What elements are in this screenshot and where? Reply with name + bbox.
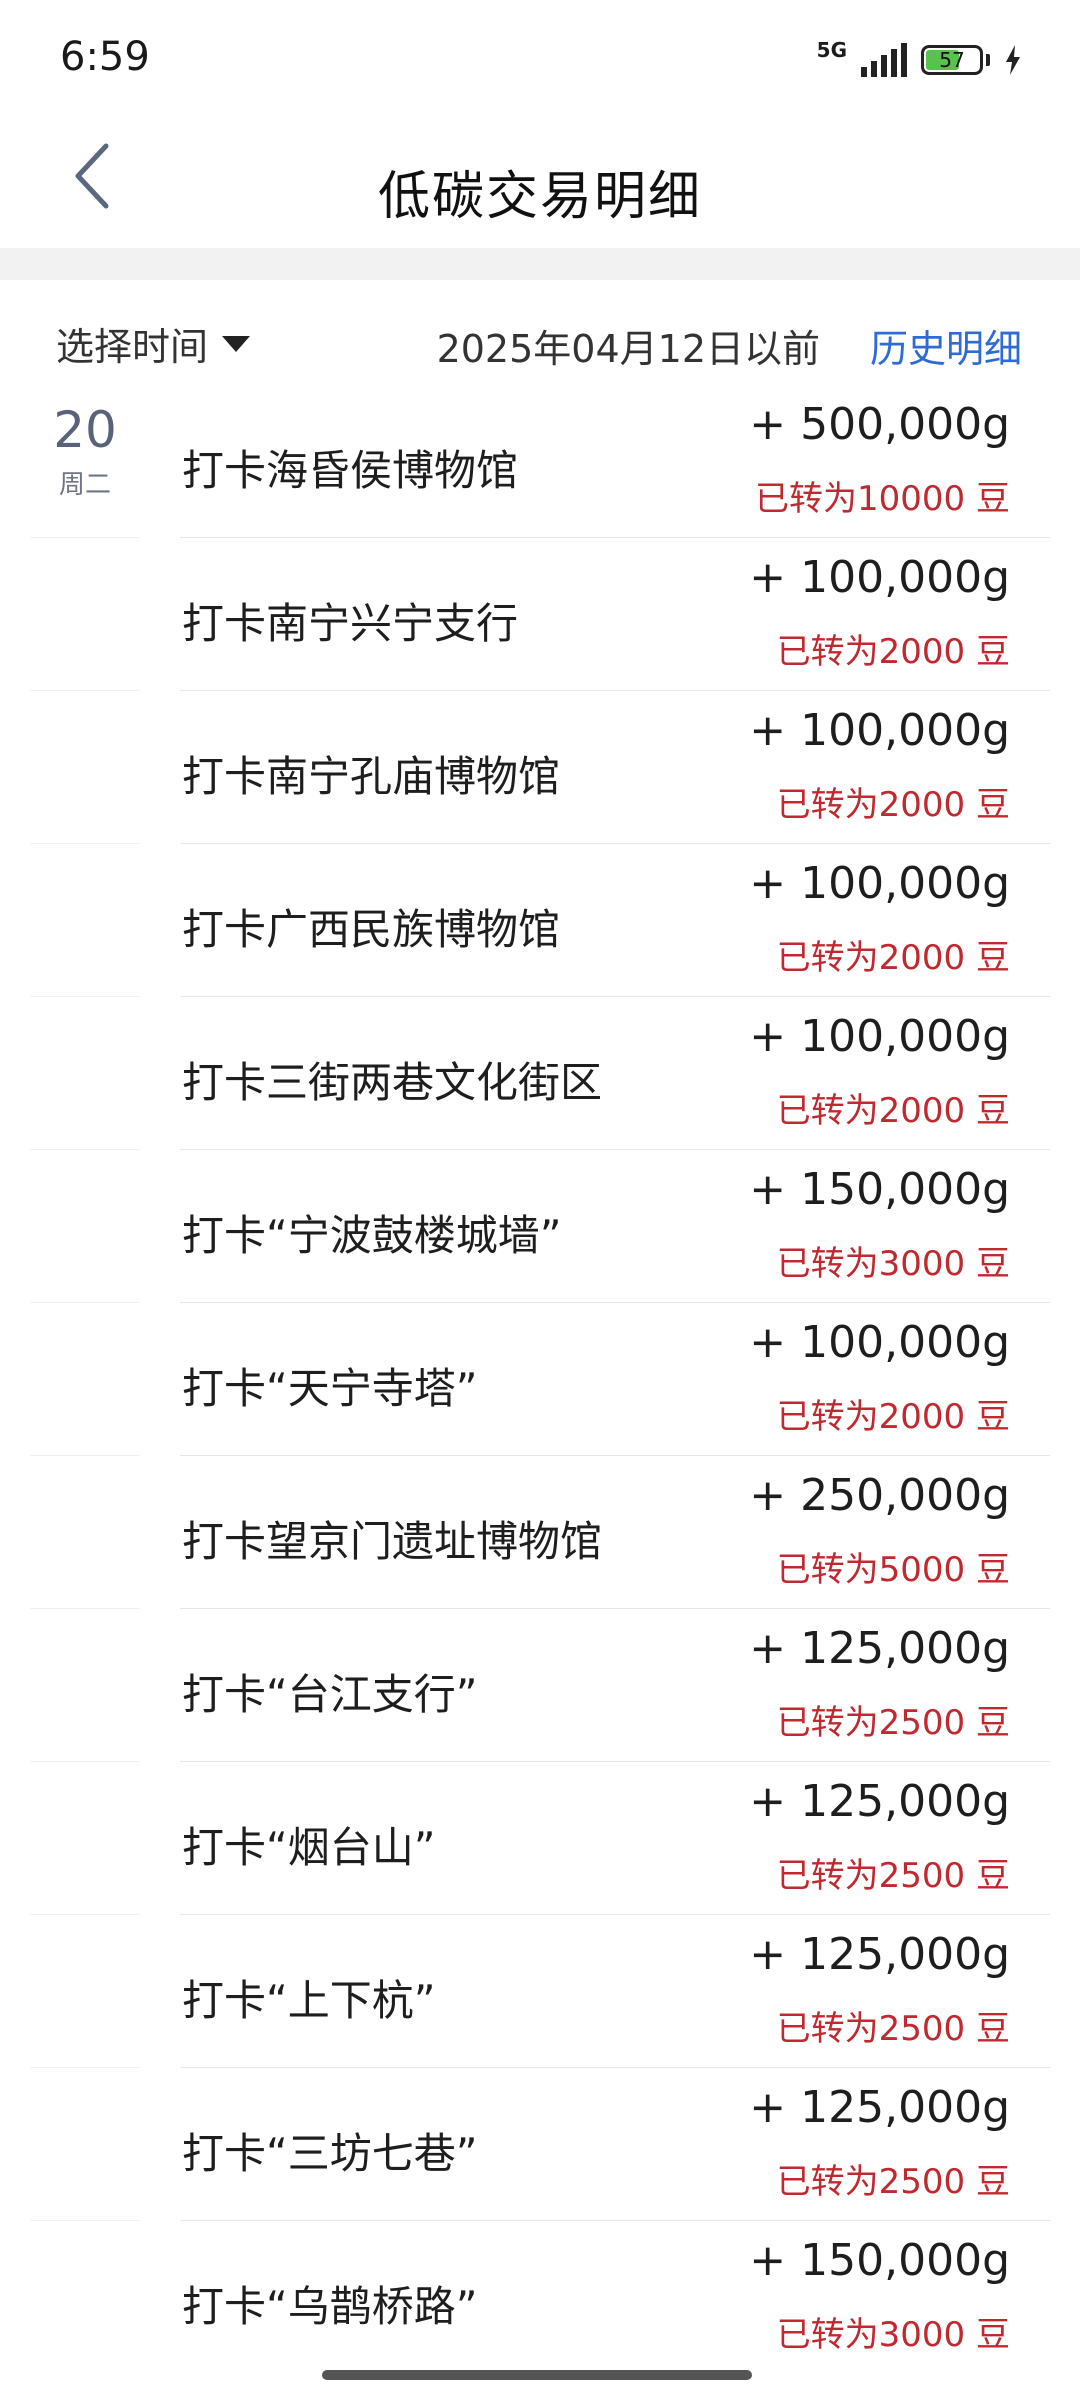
network-type: 5G [816,38,847,62]
transaction-amount: + 125,000g [749,1623,1010,1674]
transaction-converted-note: 已转为3000 豆 [776,2315,1010,2355]
status-bar: 6:59 5G 57 [0,0,1080,120]
transaction-row[interactable]: 打卡“宁波鼓楼城墙” + 150,000g 已转为3000 豆 [0,1150,1080,1303]
battery-tip [986,54,990,66]
status-indicators: 5G 57 [817,40,1022,80]
signal-bars-icon [861,43,907,77]
transaction-title: 打卡“乌鹊桥路” [182,2282,478,2331]
battery-icon: 57 [921,45,983,75]
caret-down-icon [222,335,251,352]
transaction-title: 打卡望京门遗址博物馆 [182,1517,603,1566]
transaction-title: 打卡“上下杭” [182,1976,436,2025]
transaction-row[interactable]: 打卡南宁孔庙博物馆 + 100,000g 已转为2000 豆 [0,691,1080,844]
home-indicator[interactable] [322,2370,752,2380]
transaction-converted-note: 已转为5000 豆 [776,1550,1010,1590]
transaction-row[interactable]: 打卡“乌鹊桥路” + 150,000g 已转为3000 豆 [0,2221,1080,2374]
transaction-row[interactable]: 打卡“上下杭” + 125,000g 已转为2500 豆 [0,1915,1080,2068]
transaction-title: 打卡“宁波鼓楼城墙” [182,1211,562,1260]
transaction-row[interactable]: 打卡“三坊七巷” + 125,000g 已转为2500 豆 [0,2068,1080,2221]
transaction-title: 打卡南宁孔庙博物馆 [182,752,561,801]
transaction-converted-note: 已转为2500 豆 [776,2009,1010,2049]
header-divider-band [0,248,1080,280]
transaction-converted-note: 已转为2000 豆 [776,938,1010,978]
transaction-amount: + 100,000g [749,858,1010,909]
transaction-amount: + 100,000g [749,1011,1010,1062]
transaction-converted-note: 已转为2000 豆 [776,1091,1010,1131]
transaction-converted-note: 已转为2000 豆 [776,1397,1010,1437]
transaction-row[interactable]: 打卡“台江支行” + 125,000g 已转为2500 豆 [0,1609,1080,1762]
date-range-info: 2025年04月12日以前 [436,327,820,371]
transaction-converted-note: 已转为2000 豆 [776,632,1010,672]
transaction-row[interactable]: 打卡“烟台山” + 125,000g 已转为2500 豆 [0,1762,1080,1915]
transaction-amount: + 500,000g [749,399,1010,450]
app-header: 低碳交易明细 [0,120,1080,248]
battery-level: 57 [939,48,965,72]
transaction-title: 打卡“台江支行” [182,1670,478,1719]
transaction-row[interactable]: 打卡南宁兴宁支行 + 100,000g 已转为2000 豆 [0,538,1080,691]
history-details-link[interactable]: 历史明细 [870,318,1022,373]
transaction-row[interactable]: 打卡海昏侯博物馆 + 500,000g 已转为10000 豆 [0,385,1080,538]
filter-row: 选择时间 2025年04月12日以前 历史明细 [0,300,1080,390]
transaction-title: 打卡三街两巷文化街区 [182,1058,603,1107]
page-title: 低碳交易明细 [377,167,702,227]
transaction-row[interactable]: 打卡“天宁寺塔” + 100,000g 已转为2000 豆 [0,1303,1080,1456]
transaction-row[interactable]: 打卡三街两巷文化街区 + 100,000g 已转为2000 豆 [0,997,1080,1150]
transaction-converted-note: 已转为2500 豆 [776,1703,1010,1743]
transaction-converted-note: 已转为2000 豆 [776,785,1010,825]
transaction-amount: + 125,000g [749,2082,1010,2133]
transaction-amount: + 100,000g [749,1317,1010,1368]
transaction-amount: + 250,000g [749,1470,1010,1521]
transaction-title: 打卡广西民族博物馆 [182,905,561,954]
transaction-amount: + 150,000g [749,1164,1010,1215]
transaction-title: 打卡“烟台山” [182,1823,436,1872]
status-time: 6:59 [60,34,150,80]
transaction-amount: + 100,000g [749,705,1010,756]
select-time-label: 选择时间 [56,325,209,369]
transaction-amount: + 100,000g [749,552,1010,603]
screen: 6:59 5G 57 低碳交易明细 选择时间 2025年04月12日以前 历史明… [0,0,1080,2400]
transaction-title: 打卡“天宁寺塔” [182,1364,478,1413]
transaction-list: 打卡海昏侯博物馆 + 500,000g 已转为10000 豆 打卡南宁兴宁支行 … [0,385,1080,2374]
select-time-dropdown[interactable]: 选择时间 [56,316,251,371]
transaction-title: 打卡“三坊七巷” [182,2129,478,2178]
transaction-converted-note: 已转为2500 豆 [776,2162,1010,2202]
transaction-title: 打卡南宁兴宁支行 [182,599,519,648]
lightning-icon [1006,45,1020,75]
transaction-amount: + 150,000g [749,2235,1010,2286]
transaction-converted-note: 已转为3000 豆 [776,1244,1010,1284]
transaction-title: 打卡海昏侯博物馆 [182,446,519,495]
transaction-converted-note: 已转为2500 豆 [776,1856,1010,1896]
transaction-row[interactable]: 打卡广西民族博物馆 + 100,000g 已转为2000 豆 [0,844,1080,997]
transaction-row[interactable]: 打卡望京门遗址博物馆 + 250,000g 已转为5000 豆 [0,1456,1080,1609]
transaction-amount: + 125,000g [749,1929,1010,1980]
transaction-converted-note: 已转为10000 豆 [755,479,1010,519]
transaction-amount: + 125,000g [749,1776,1010,1827]
